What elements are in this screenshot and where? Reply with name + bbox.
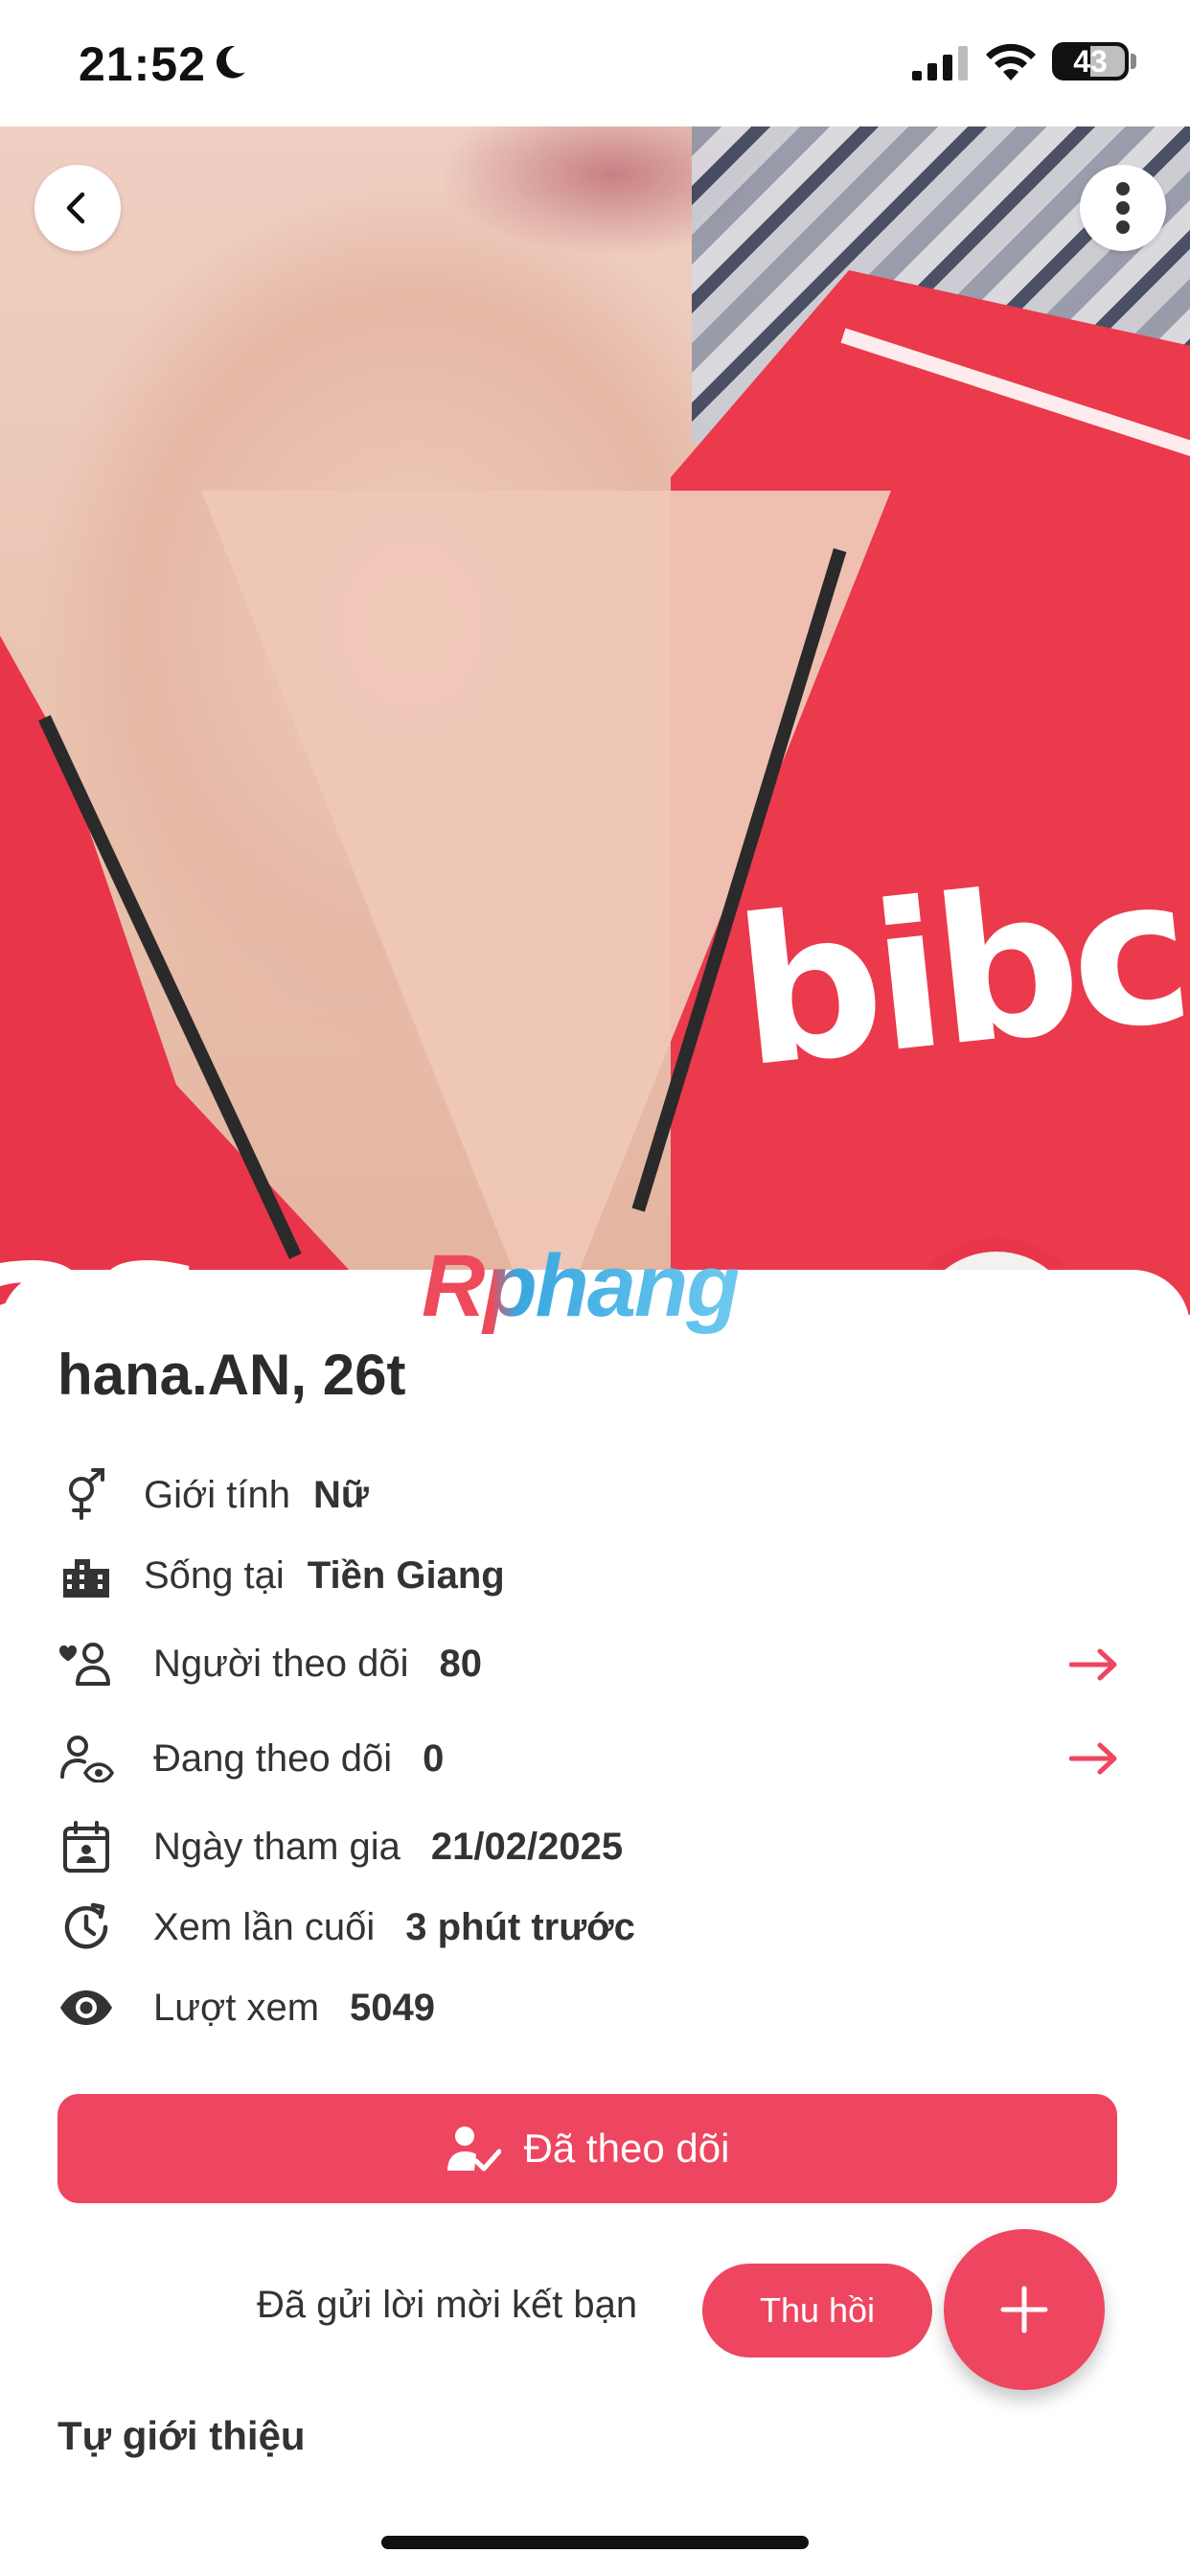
watermark-logo: Rphang	[422, 1237, 740, 1335]
gender-value: Nữ	[312, 1473, 369, 1516]
battery-cap	[1131, 54, 1136, 69]
info-row-city: Sống tại Tiền Giang	[57, 1547, 505, 1604]
battery-level: 43	[1073, 44, 1108, 79]
followers-value: 80	[439, 1642, 482, 1685]
calendar-icon	[57, 1818, 115, 1875]
following-label: Đang theo dõi	[153, 1736, 393, 1780]
last-seen-value: 3 phút trước	[405, 1905, 635, 1948]
home-indicator[interactable]	[381, 2536, 809, 2549]
info-row-gender: Giới tính Nữ	[57, 1466, 369, 1524]
wifi-icon	[986, 43, 1036, 80]
eye-icon	[57, 1979, 115, 2036]
followers-label: Người theo dõi	[153, 1642, 409, 1685]
plus-icon	[1000, 2286, 1048, 2334]
signal-icon	[912, 46, 968, 80]
city-label: Sống tại	[144, 1553, 285, 1597]
following-icon	[57, 1730, 115, 1787]
moon-icon	[217, 46, 245, 79]
revoke-request-button[interactable]: Thu hồi	[702, 2264, 932, 2358]
about-section-title: Tự giới thiệu	[57, 2413, 306, 2458]
following-arrow-icon[interactable]	[1069, 1739, 1119, 1778]
more-options-button[interactable]	[1080, 165, 1166, 251]
info-row-last-seen: Xem lần cuối 3 phút trước	[57, 1898, 635, 1956]
status-time: 21:52	[79, 37, 206, 91]
user-check-icon	[446, 2127, 501, 2172]
views-label: Lượt xem	[153, 1986, 320, 2029]
city-icon	[57, 1547, 115, 1604]
profile-photo[interactable]: bibc as	[0, 126, 1190, 1315]
history-icon	[57, 1898, 115, 1956]
battery-icon: 43	[1052, 42, 1129, 80]
chevron-left-icon	[66, 192, 85, 224]
gender-label: Giới tính	[144, 1473, 290, 1516]
city-value: Tiền Giang	[307, 1553, 505, 1597]
more-vertical-icon	[1116, 182, 1130, 234]
following-status-button[interactable]: Đã theo dõi	[57, 2094, 1117, 2203]
joined-label: Ngày tham gia	[153, 1825, 400, 1868]
views-value: 5049	[350, 1986, 436, 2029]
following-value: 0	[423, 1736, 445, 1780]
info-row-views: Lượt xem 5049	[57, 1979, 435, 2036]
joined-value: 21/02/2025	[430, 1825, 624, 1868]
followers-icon	[57, 1635, 115, 1692]
last-seen-label: Xem lần cuối	[153, 1905, 376, 1948]
back-button[interactable]	[34, 165, 121, 251]
profile-screen: 21:52 43 bibc as Rphang hana.AN, 26t Giớ…	[0, 0, 1190, 2576]
friend-request-status: Đã gửi lời mời kết bạn	[257, 2284, 638, 2326]
revoke-label: Thu hồi	[759, 2290, 876, 2330]
gender-icon	[57, 1466, 115, 1524]
followers-arrow-icon[interactable]	[1069, 1645, 1119, 1684]
add-fab-button[interactable]	[944, 2229, 1105, 2390]
following-status-label: Đã theo dõi	[523, 2126, 730, 2171]
profile-name-age: hana.AN, 26t	[57, 1343, 406, 1407]
info-row-following[interactable]: Đang theo dõi 0	[57, 1730, 444, 1787]
status-bar: 21:52 43	[0, 0, 1190, 126]
info-row-joined: Ngày tham gia 21/02/2025	[57, 1818, 623, 1875]
info-row-followers[interactable]: Người theo dõi 80	[57, 1635, 482, 1692]
photo-shirt-print: bibc	[726, 832, 1190, 1113]
